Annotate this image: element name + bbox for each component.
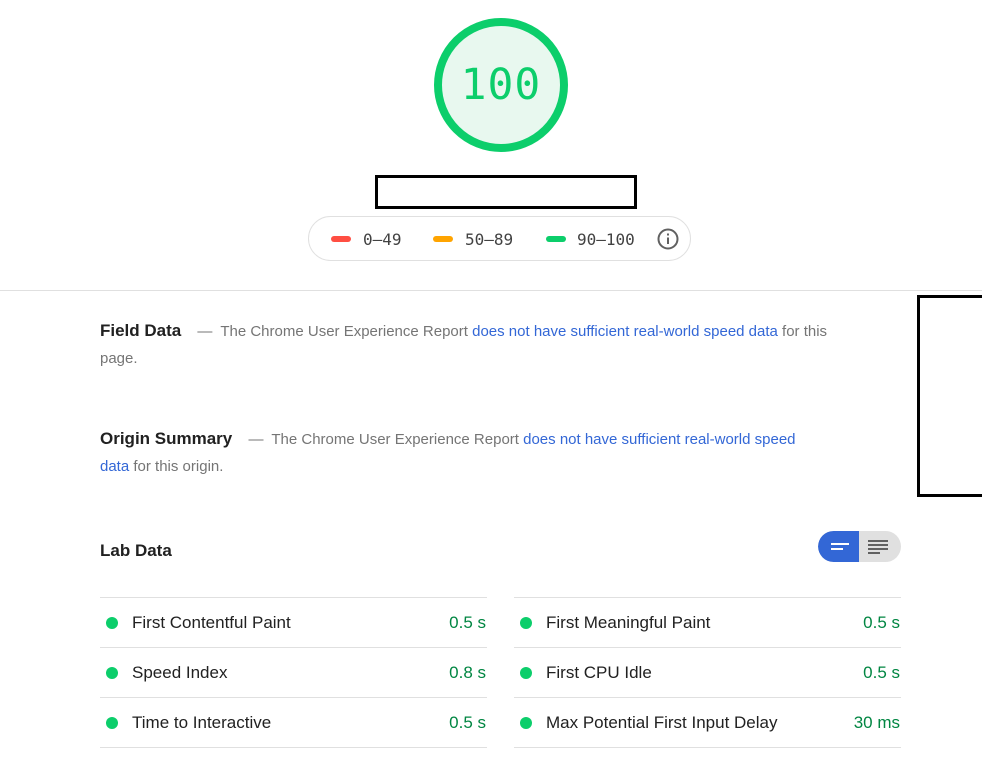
pass-dot-icon (520, 617, 532, 629)
legend-pass-label: 90–100 (577, 230, 635, 249)
redacted-url-box (375, 175, 637, 209)
metric-row: Max Potential First Input Delay 30 ms (514, 697, 901, 748)
compact-view-icon (831, 543, 849, 550)
legend-fail-swatch (331, 236, 351, 242)
metric-value: 0.5 s (863, 613, 900, 632)
metric-row: First CPU Idle 0.5 s (514, 647, 901, 697)
pass-dot-icon (520, 717, 532, 729)
metric-name: Max Potential First Input Delay (546, 713, 778, 732)
metric-name: First Meaningful Paint (546, 613, 711, 632)
header-divider (0, 290, 982, 291)
origin-summary-text-after: for this origin. (133, 458, 224, 475)
metric-name: Time to Interactive (132, 713, 272, 732)
metric-row: Speed Index 0.8 s (100, 647, 487, 697)
metric-name: First CPU Idle (546, 663, 652, 682)
pagespeed-report: 100 0–49 50–89 90–100 Field Data — The C… (0, 0, 982, 764)
metric-value: 0.5 s (449, 613, 486, 632)
pass-dot-icon (106, 617, 118, 629)
field-data-link[interactable]: does not have sufficient real-world spee… (472, 323, 778, 340)
metric-value: 0.5 s (863, 663, 900, 682)
metrics-left-column: First Contentful Paint 0.5 s Speed Index… (100, 597, 487, 748)
metric-value: 0.5 s (449, 713, 486, 732)
origin-summary-title: Origin Summary (100, 429, 233, 448)
field-data-section: Field Data — The Chrome User Experience … (100, 317, 835, 372)
origin-summary-text: The Chrome User Experience Report (271, 431, 519, 448)
metric-value: 0.8 s (449, 663, 486, 682)
legend-average-swatch (433, 236, 453, 242)
metric-name: First Contentful Paint (132, 613, 291, 632)
metric-row: First Meaningful Paint 0.5 s (514, 597, 901, 647)
detailed-view-icon (868, 540, 888, 554)
detailed-view-button[interactable] (859, 531, 901, 562)
legend-fail-label: 0–49 (363, 230, 402, 249)
field-data-dash: — (197, 323, 213, 340)
compact-view-button[interactable] (818, 531, 859, 562)
score-gauge: 100 (433, 17, 569, 153)
origin-summary-dash: — (248, 431, 264, 448)
field-data-text: The Chrome User Experience Report (220, 323, 468, 340)
metric-name: Speed Index (132, 663, 228, 682)
origin-summary-section: Origin Summary — The Chrome User Experie… (100, 425, 820, 480)
info-icon[interactable] (657, 228, 679, 250)
score-value: 100 (460, 60, 542, 110)
legend-average-label: 50–89 (465, 230, 514, 249)
pass-dot-icon (106, 667, 118, 679)
view-toggle[interactable] (818, 531, 901, 562)
score-legend: 0–49 50–89 90–100 (308, 216, 691, 261)
field-data-title: Field Data (100, 321, 182, 340)
legend-pass-swatch (546, 236, 566, 242)
lab-data-title: Lab Data (100, 541, 172, 560)
pass-dot-icon (520, 667, 532, 679)
metrics-right-column: First Meaningful Paint 0.5 s First CPU I… (514, 597, 901, 748)
metric-row: Time to Interactive 0.5 s (100, 697, 487, 748)
metric-value: 30 ms (853, 713, 900, 732)
redacted-side-box (917, 295, 982, 497)
metric-row: First Contentful Paint 0.5 s (100, 597, 487, 647)
pass-dot-icon (106, 717, 118, 729)
